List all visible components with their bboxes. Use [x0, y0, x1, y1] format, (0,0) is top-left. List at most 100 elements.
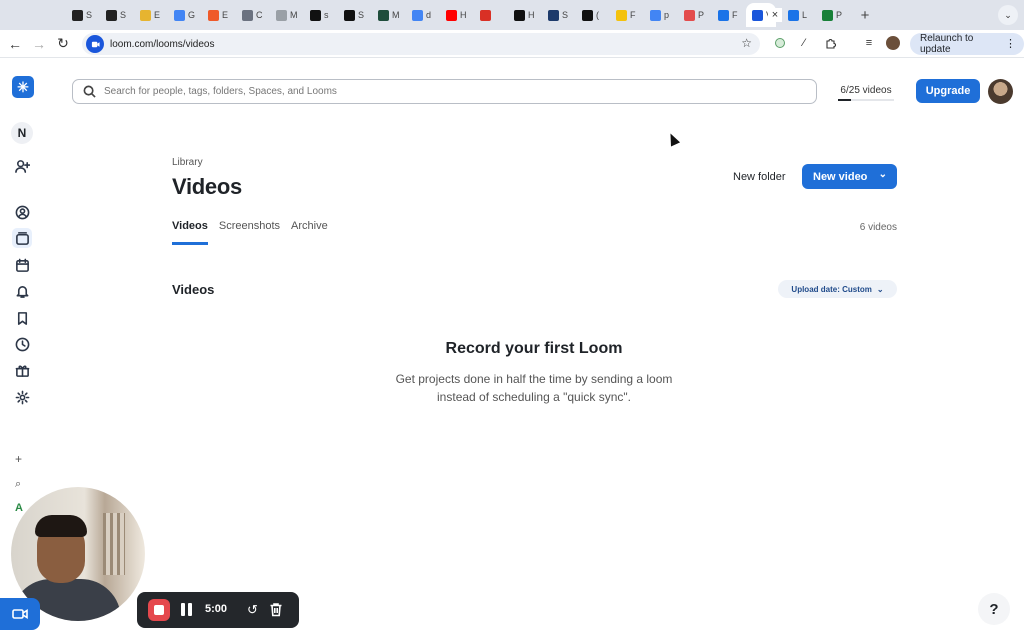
tab-title: H — [460, 10, 467, 20]
global-search-input[interactable]: Search for people, tags, folders, Spaces… — [72, 79, 817, 104]
tab-favicon-icon — [140, 9, 151, 21]
tab-title: M — [290, 10, 298, 20]
browser-tab[interactable]: L — [782, 3, 816, 27]
invite-user-icon[interactable] — [12, 156, 32, 176]
tab-close-icon[interactable]: × — [768, 8, 782, 22]
tab-title: S — [86, 10, 93, 20]
extension-icon[interactable] — [771, 34, 789, 52]
tab-search-chevron-icon[interactable]: ⌄ — [998, 5, 1018, 25]
browser-tab[interactable]: M — [372, 3, 406, 27]
site-info-icon[interactable] — [86, 35, 104, 53]
empty-state-description: Get projects done in half the time by se… — [334, 370, 734, 406]
tab-favicon-icon — [276, 9, 287, 21]
tab-favicon-icon — [822, 9, 833, 21]
video-quota[interactable]: 6/25 videos — [830, 79, 902, 101]
tab-archive[interactable]: Archive — [291, 220, 328, 245]
browser-tab[interactable]: H — [508, 3, 542, 27]
workspace-avatar[interactable]: N — [11, 122, 33, 144]
calendar-icon[interactable] — [12, 255, 32, 275]
browser-tab[interactable]: F — [610, 3, 644, 27]
tab-title: F — [732, 10, 738, 20]
recording-timer: 5:00 — [205, 603, 228, 615]
browser-tab[interactable] — [474, 3, 508, 27]
user-avatar[interactable] — [988, 79, 1013, 104]
browser-tab[interactable]: P — [816, 3, 850, 27]
profile-icon[interactable] — [12, 202, 32, 222]
settings-gear-icon[interactable] — [12, 387, 32, 407]
library-icon[interactable] — [12, 228, 32, 248]
stop-recording-button[interactable] — [148, 599, 170, 621]
forward-arrow-icon[interactable]: → — [27, 32, 51, 56]
chevron-down-icon[interactable]: ⌄ — [879, 169, 887, 180]
new-tab-icon[interactable]: + — [854, 4, 876, 26]
browser-tab[interactable]: S — [338, 3, 372, 27]
browser-tab[interactable]: H — [440, 3, 474, 27]
address-bar[interactable]: loom.com/looms/videos ☆ — [82, 33, 760, 55]
profile-avatar-icon[interactable] — [884, 34, 902, 52]
section-title: Videos — [172, 282, 215, 297]
empty-state-line-2: instead of scheduling a "quick sync". — [437, 390, 631, 404]
new-video-button[interactable]: New video ⌄ — [802, 164, 897, 189]
browser-tab[interactable]: p — [644, 3, 678, 27]
browser-tab[interactable]: d — [406, 3, 440, 27]
help-button[interactable]: ? — [978, 593, 1010, 625]
tab-favicon-icon — [582, 9, 593, 21]
browser-tab[interactable]: ( — [576, 3, 610, 27]
tab-title: G — [188, 10, 196, 20]
relaunch-button[interactable]: Relaunch to update ⋮ — [910, 33, 1024, 55]
tab-favicon-icon — [752, 9, 763, 21]
browser-tab[interactable]: E — [134, 3, 168, 27]
tab-title: S — [562, 10, 569, 20]
breadcrumb[interactable]: Library — [172, 157, 203, 168]
video-camera-icon — [12, 609, 28, 619]
search-small-icon[interactable]: ⌕ — [15, 478, 21, 491]
add-icon[interactable]: + — [15, 452, 22, 466]
pause-button[interactable] — [179, 603, 193, 617]
tab-favicon-icon — [650, 9, 661, 21]
tab-screenshots[interactable]: Screenshots — [219, 220, 280, 245]
new-folder-button[interactable]: New folder — [728, 166, 791, 188]
restart-icon[interactable]: ↺ — [247, 602, 258, 618]
tab-videos[interactable]: Videos — [172, 220, 208, 245]
back-arrow-icon[interactable]: ← — [3, 32, 27, 56]
browser-tab[interactable]: G — [168, 3, 202, 27]
browser-tab[interactable]: M — [270, 3, 304, 27]
browser-tab[interactable]: F — [712, 3, 746, 27]
tab-title: S — [358, 10, 365, 20]
browser-tab-strip: SSEGECMsSMdHHS(FpPFV×LP+ — [0, 0, 1024, 30]
loom-logo-icon[interactable]: ✳ — [12, 76, 34, 98]
tab-title: s — [324, 10, 329, 20]
browser-tab[interactable]: S — [66, 3, 100, 27]
gift-icon[interactable] — [12, 360, 32, 380]
tab-title: E — [154, 10, 161, 20]
extensions-puzzle-icon[interactable] — [822, 34, 840, 52]
media-controls-icon[interactable]: ≡ — [860, 34, 878, 52]
browser-tab[interactable]: s — [304, 3, 338, 27]
upgrade-button[interactable]: Upgrade — [916, 79, 980, 103]
camera-toggle-button[interactable] — [0, 598, 40, 630]
more-menu-icon[interactable]: ⋮ — [1005, 37, 1016, 50]
sort-label: Upload date: Custom — [791, 284, 872, 294]
browser-tab[interactable]: P — [678, 3, 712, 27]
sort-dropdown[interactable]: Upload date: Custom ⌄ — [778, 280, 897, 298]
app-shortcut-badge[interactable]: A — [15, 502, 23, 514]
tab-title: L — [802, 10, 808, 20]
browser-tab[interactable]: C — [236, 3, 270, 27]
browser-tab[interactable]: S — [542, 3, 576, 27]
bookmark-star-icon[interactable]: ☆ — [741, 36, 752, 50]
trash-icon[interactable] — [269, 602, 283, 618]
tab-favicon-icon — [446, 9, 457, 21]
bookmark-icon[interactable] — [12, 308, 32, 328]
reload-icon[interactable]: ↻ — [51, 32, 75, 56]
tab-title: P — [836, 10, 843, 20]
library-tabs: Videos Screenshots Archive — [172, 220, 328, 245]
browser-tab[interactable]: E — [202, 3, 236, 27]
bell-icon[interactable] — [12, 281, 32, 301]
extension-pen-icon[interactable]: ⁄ — [795, 34, 813, 52]
tab-title: P — [698, 10, 705, 20]
tab-favicon-icon — [174, 9, 185, 21]
browser-tab[interactable]: S — [100, 3, 134, 27]
tab-favicon-icon — [788, 9, 799, 21]
clock-icon[interactable] — [12, 334, 32, 354]
tab-favicon-icon — [718, 9, 729, 21]
